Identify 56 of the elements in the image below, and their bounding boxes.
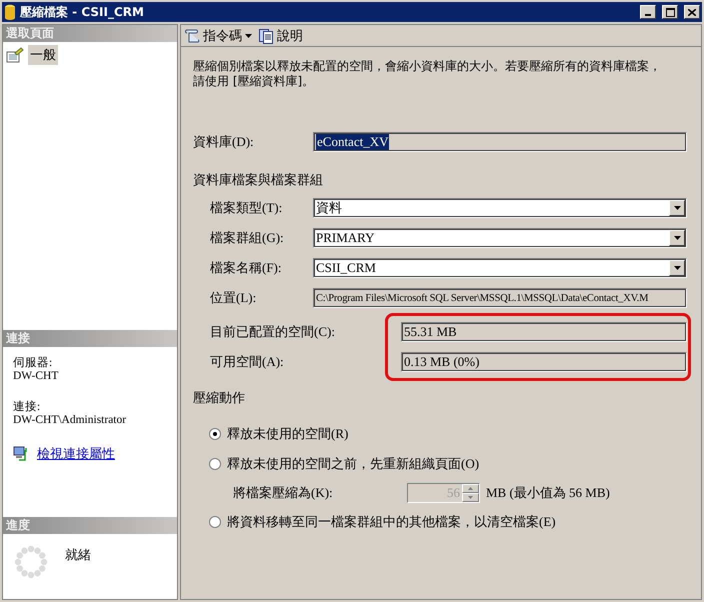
- group-title: 資料庫檔案與檔案群組: [193, 171, 323, 189]
- server-name: DW-CHT: [13, 370, 60, 383]
- caret-icon: [674, 206, 680, 210]
- field-label: 檔案群組(G):: [209, 229, 285, 247]
- section-header: 進度: [3, 517, 177, 534]
- up-arrow-icon: [468, 487, 473, 490]
- progress-status: 就緒: [65, 546, 91, 564]
- field-label: 位置(L):: [209, 289, 258, 307]
- spinner-icon: [13, 544, 49, 580]
- properties-icon: [6, 47, 24, 63]
- dropdown-field[interactable]: CSII_CRM: [313, 258, 687, 278]
- caret-icon: [674, 266, 680, 270]
- radio-option[interactable]: 釋放未使用的空間(R): [193, 419, 689, 449]
- field-label: 檔案名稱(F):: [209, 259, 282, 277]
- down-arrow-icon: [468, 496, 473, 499]
- maximize-button[interactable]: [662, 5, 678, 19]
- dropdown-field[interactable]: 資料: [313, 198, 687, 218]
- section-header: 連接: [3, 330, 177, 347]
- readonly-field[interactable]: C:\Program Files\Microsoft SQL Server\MSSQL.1\MSSQL\Data\eContact_XV.M: [313, 288, 687, 308]
- radio-option[interactable]: 釋放未使用的空間之前，先重新組織頁面(O): [193, 449, 689, 479]
- dropdown-field[interactable]: PRIMARY: [313, 228, 687, 248]
- field-label: 可用空間(A):: [209, 353, 285, 371]
- field-label: 檔案類型(T):: [209, 199, 284, 217]
- dropdown-button[interactable]: [669, 260, 685, 276]
- document-icon: [258, 28, 274, 44]
- caret-icon: [674, 236, 680, 240]
- description-text: 壓縮個別檔案以釋放未配置的空間，會縮小資料庫的大小。若要壓縮所有的資料庫檔案，請使用 [壓縮資料庫]。: [193, 59, 662, 89]
- scroll-icon: [184, 28, 200, 44]
- radio-button[interactable]: [209, 458, 221, 470]
- minimize-button[interactable]: [640, 5, 656, 19]
- close-icon: [688, 8, 696, 16]
- shrink-to-label: 將檔案壓縮為(K):: [233, 484, 334, 502]
- database-icon: [4, 4, 16, 20]
- toolbar-button[interactable]: 指令碼: [184, 26, 252, 44]
- size-unit-text: MB (最小值為 56 MB): [486, 484, 610, 502]
- dropdown-button[interactable]: [669, 230, 685, 246]
- database-field[interactable]: eContact_XV: [313, 132, 687, 152]
- dropdown-button[interactable]: [669, 200, 685, 216]
- close-button[interactable]: [684, 5, 700, 19]
- toolbar-button[interactable]: 說明: [258, 26, 303, 44]
- readonly-field[interactable]: 55.31 MB: [401, 322, 687, 342]
- caret-icon: [245, 34, 252, 38]
- field-label: 目前已配置的空間(C):: [209, 323, 336, 341]
- connection-user: DW-CHT\Administrator: [13, 414, 128, 427]
- window-title: 壓縮檔案 - CSII_CRM: [20, 4, 145, 20]
- group-title: 壓縮動作: [193, 390, 245, 405]
- connection-properties-link[interactable]: 檢視連接屬性: [37, 445, 115, 463]
- readonly-field[interactable]: 0.13 MB (0%): [401, 352, 687, 372]
- radio-option[interactable]: 將資料移轉至同一檔案群組中的其他檔案，以清空檔案(E): [193, 507, 689, 537]
- section-header: 選取頁面: [3, 25, 177, 42]
- radio-button[interactable]: [209, 428, 221, 440]
- field-label: 資料庫(D):: [193, 133, 255, 151]
- maximize-icon: [666, 8, 674, 16]
- connection-label: 連接:: [13, 401, 42, 414]
- server-label: 伺服器:: [13, 357, 54, 370]
- radio-button[interactable]: [209, 516, 221, 528]
